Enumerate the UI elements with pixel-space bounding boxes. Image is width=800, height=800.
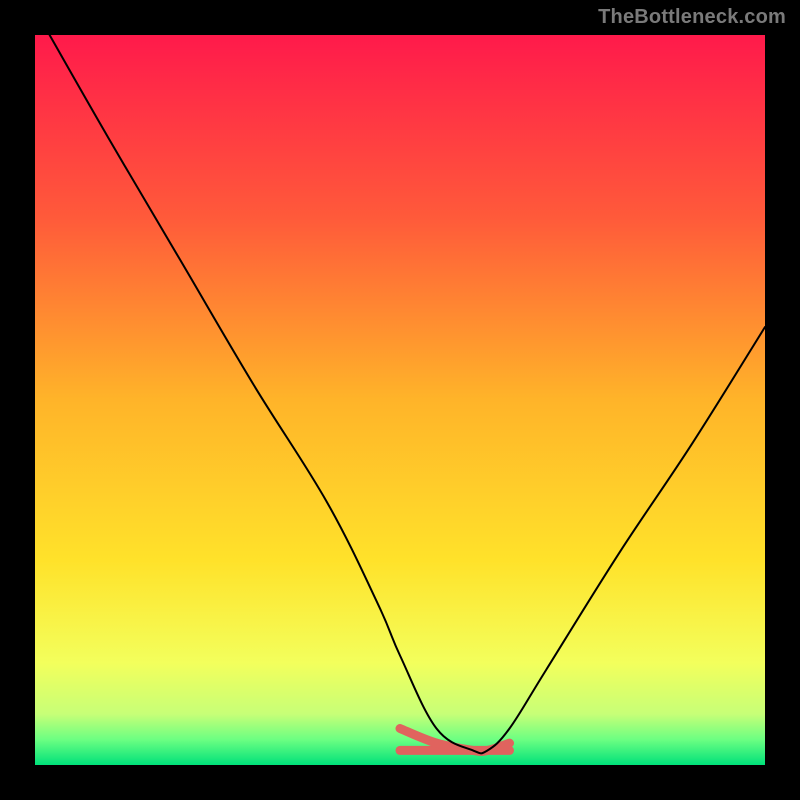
watermark-text: TheBottleneck.com [598, 6, 786, 29]
plot-area [35, 35, 765, 765]
chart-frame: TheBottleneck.com [0, 0, 800, 800]
background-gradient [35, 35, 765, 765]
